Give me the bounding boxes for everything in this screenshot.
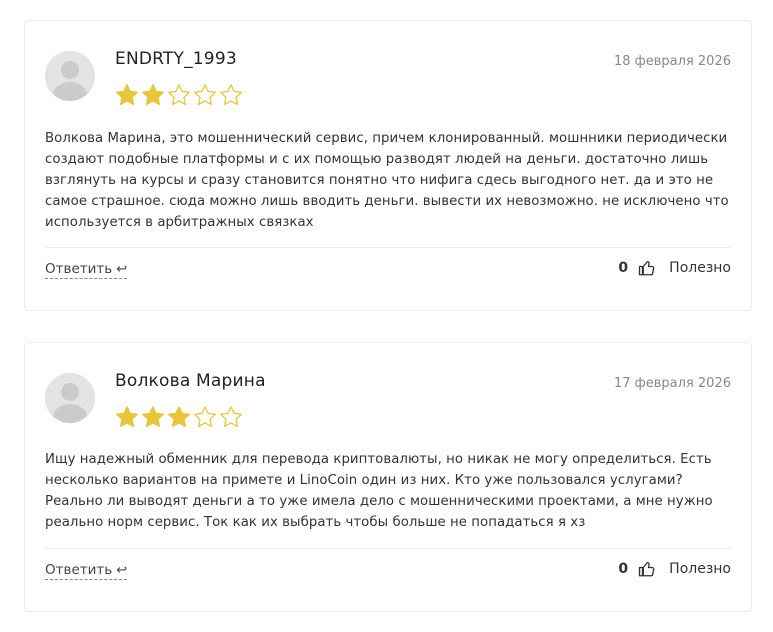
star-filled-icon [142, 84, 164, 106]
star-empty-icon [194, 84, 216, 106]
divider [45, 247, 731, 248]
star-filled-icon [168, 406, 190, 428]
reply-button[interactable]: Ответить ↩ [45, 261, 128, 279]
useful-count: 0 [618, 561, 629, 577]
star-empty-icon [220, 84, 242, 106]
review-card: Волкова Марина 17 февраля 2026 Ищу надеж… [24, 342, 752, 612]
useful-block: 0 Полезно [618, 259, 731, 277]
review-date: 17 февраля 2026 [613, 376, 731, 391]
thumbs-up-icon[interactable] [638, 560, 656, 578]
review-date: 18 февраля 2026 [613, 54, 731, 69]
review-text: Волкова Марина, это мошеннический сервис… [45, 131, 729, 230]
useful-count: 0 [618, 260, 629, 276]
review-text: Ищу надежный обменник для перевода крипт… [45, 452, 713, 530]
avatar [45, 373, 95, 423]
useful-button[interactable]: Полезно [669, 260, 731, 276]
star-empty-icon [220, 406, 242, 428]
review-author: ENDRTY_1993 [115, 49, 237, 69]
reply-label: Ответить [45, 261, 113, 277]
star-filled-icon [116, 84, 138, 106]
reply-label: Ответить [45, 562, 113, 578]
useful-block: 0 Полезно [618, 560, 731, 578]
thumbs-up-icon[interactable] [638, 259, 656, 277]
star-empty-icon [168, 84, 190, 106]
star-rating [115, 405, 243, 429]
star-filled-icon [116, 406, 138, 428]
review-card: ENDRTY_1993 18 февраля 2026 Волкова Мари… [24, 20, 752, 311]
review-author: Волкова Марина [115, 371, 266, 391]
user-avatar-icon [45, 373, 95, 423]
useful-button[interactable]: Полезно [669, 561, 731, 577]
reply-arrow-icon: ↩ [116, 562, 128, 578]
user-avatar-icon [45, 51, 95, 101]
reply-button[interactable]: Ответить ↩ [45, 562, 128, 580]
star-rating [115, 83, 243, 107]
reply-arrow-icon: ↩ [116, 261, 128, 277]
divider [45, 548, 731, 549]
avatar [45, 51, 95, 101]
star-filled-icon [142, 406, 164, 428]
star-empty-icon [194, 406, 216, 428]
